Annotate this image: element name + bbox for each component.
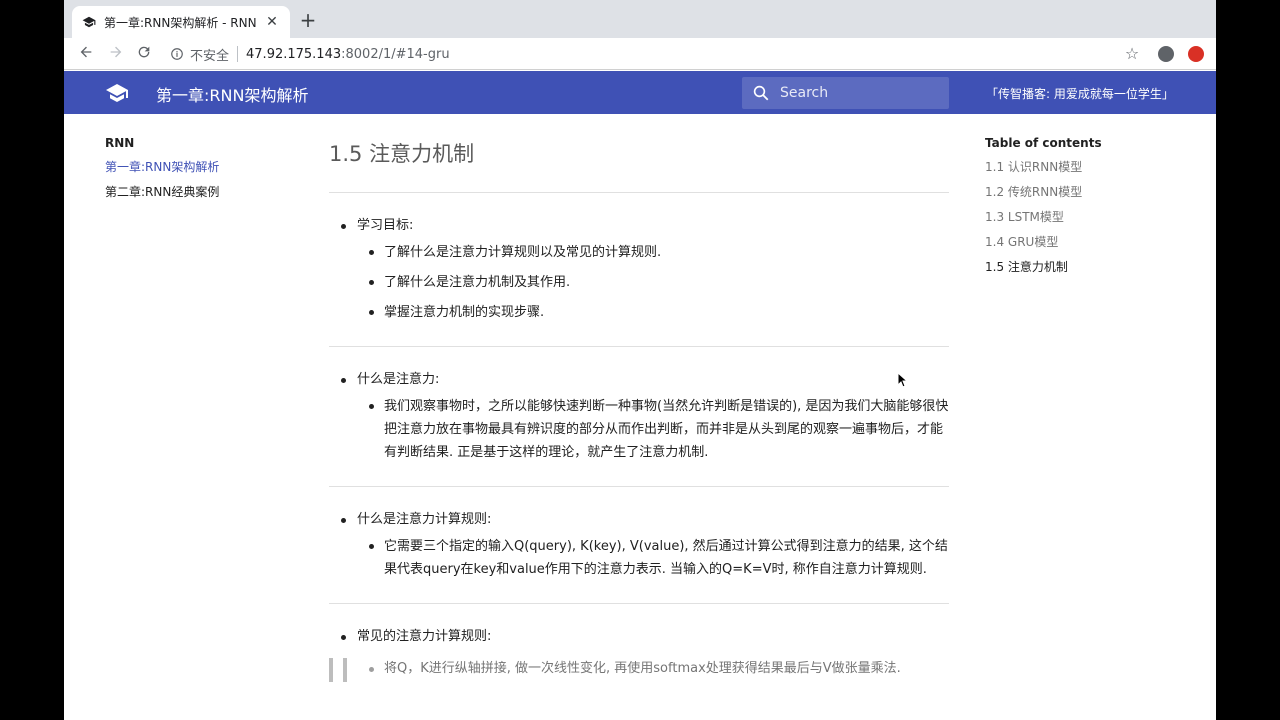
toc-item-1-2[interactable]: 1.2 传统RNN模型: [985, 183, 1185, 200]
browser-toolbar: 不安全 47.92.175.143 :8002/1/#14-gru ☆: [64, 38, 1216, 70]
section-heading: 学习目标:: [329, 215, 951, 237]
list-item: 它需要三个指定的输入Q(query), K(key), V(value), 然后…: [329, 535, 951, 581]
list-item: 了解什么是注意力机制及其作用.: [329, 271, 951, 294]
search-input[interactable]: [780, 85, 940, 101]
browser-window: 第一章:RNN架构解析 - RNN ✕ + 不安全 47.92.175.143 …: [64, 0, 1216, 720]
toc-item-1-5[interactable]: 1.5 注意力机制: [985, 258, 1185, 275]
section-common-rules: 常见的注意力计算规则: 将Q，K进行纵轴拼接, 做一次线性变化, 再使用soft…: [329, 604, 951, 702]
nav-item-chapter-1[interactable]: 第一章:RNN架构解析: [105, 158, 305, 175]
left-navigation: RNN 第一章:RNN架构解析 第二章:RNN经典案例: [105, 136, 305, 208]
blockquote-bar: [329, 658, 333, 682]
toc-title: Table of contents: [985, 136, 1102, 150]
blockquote-bar: [343, 658, 347, 682]
section-heading: 什么是注意力计算规则:: [329, 509, 951, 531]
info-icon: [171, 48, 183, 60]
arrow-left-icon: [80, 46, 92, 58]
mouse-cursor-icon: [897, 372, 909, 388]
url-path: :8002/1/#14-gru: [341, 46, 450, 62]
browser-tab[interactable]: 第一章:RNN架构解析 - RNN ✕: [72, 6, 290, 38]
list-item: 掌握注意力机制的实现步骤.: [329, 301, 951, 324]
site-header: 第一章:RNN架构解析 「传智播客: 用爱成就每一位学生」: [64, 71, 1216, 114]
main-content: 1.5 注意力机制 学习目标: 了解什么是注意力计算规则以及常见的计算规则. 了…: [329, 138, 951, 702]
search-box[interactable]: [742, 77, 949, 109]
profile-avatar-icon[interactable]: [1158, 46, 1174, 62]
section-heading: 什么是注意力:: [329, 369, 951, 391]
tab-title: 第一章:RNN架构解析 - RNN: [104, 15, 257, 30]
search-icon: [753, 85, 769, 101]
section-learning-goals: 学习目标: 了解什么是注意力计算规则以及常见的计算规则. 了解什么是注意力机制及…: [329, 193, 951, 346]
site-title[interactable]: 第一章:RNN架构解析: [156, 82, 308, 106]
nav-title: RNN: [105, 136, 135, 150]
forward-button[interactable]: [106, 44, 126, 64]
blockquote: 将Q，K进行纵轴拼接, 做一次线性变化, 再使用softmax处理获得结果最后与…: [329, 658, 951, 682]
bookmark-star-icon[interactable]: ☆: [1122, 44, 1142, 63]
blockquote-text: 将Q，K进行纵轴拼接, 做一次线性变化, 再使用softmax处理获得结果最后与…: [384, 661, 901, 676]
list-item: 了解什么是注意力计算规则以及常见的计算规则.: [329, 241, 951, 264]
tab-strip: 第一章:RNN架构解析 - RNN ✕ +: [64, 0, 1216, 38]
page-title: 1.5 注意力机制: [329, 142, 475, 166]
address-bar[interactable]: 不安全 47.92.175.143 :8002/1/#14-gru: [164, 41, 1114, 67]
section-what-is-attention: 什么是注意力: 我们观察事物时，之所以能够快速判断一种事物(当然允许判断是错误的…: [329, 347, 951, 486]
section-attention-rule: 什么是注意力计算规则: 它需要三个指定的输入Q(query), K(key), …: [329, 487, 951, 603]
extension-icon[interactable]: [1188, 46, 1204, 62]
graduation-cap-icon[interactable]: [105, 81, 129, 105]
omnibox-separator: [237, 46, 239, 62]
new-tab-button[interactable]: +: [298, 10, 318, 30]
reload-button[interactable]: [134, 44, 154, 64]
graduation-cap-icon: [82, 16, 96, 28]
insecure-label: 不安全: [190, 48, 230, 64]
site-slogan: 「传智播客: 用爱成就每一位学生」: [986, 87, 1174, 101]
tab-close-icon[interactable]: ✕: [264, 14, 280, 30]
toc-item-1-1[interactable]: 1.1 认识RNN模型: [985, 158, 1185, 175]
section-heading: 常见的注意力计算规则:: [329, 626, 951, 648]
arrow-right-icon: [110, 46, 122, 58]
table-of-contents: Table of contents 1.1 认识RNN模型 1.2 传统RNN模…: [985, 136, 1185, 283]
toc-item-1-3[interactable]: 1.3 LSTM模型: [985, 208, 1185, 225]
toc-item-1-4[interactable]: 1.4 GRU模型: [985, 233, 1185, 250]
reload-icon: [138, 46, 150, 58]
back-button[interactable]: [76, 44, 96, 64]
url-host: 47.92.175.143: [246, 46, 342, 62]
nav-item-chapter-2[interactable]: 第二章:RNN经典案例: [105, 183, 305, 200]
list-item: 我们观察事物时，之所以能够快速判断一种事物(当然允许判断是错误的), 是因为我们…: [329, 395, 951, 464]
